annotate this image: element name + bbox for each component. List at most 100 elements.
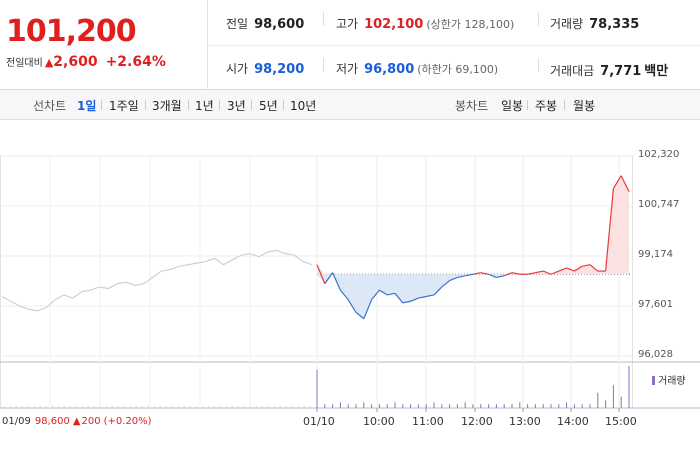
volume-bar — [433, 402, 435, 408]
prev-volume-bar — [226, 406, 227, 408]
volume-bar — [371, 404, 373, 408]
prev-volume-bar — [58, 406, 59, 408]
prev-volume-bar — [310, 406, 311, 408]
prev-day-pct: (+0.20%) — [103, 416, 152, 427]
stat-separator — [538, 58, 539, 72]
volume-legend: 거래량 — [652, 372, 686, 387]
prev-volume-bar — [268, 406, 269, 408]
volume-bar — [558, 404, 560, 408]
volume-bar — [605, 400, 607, 408]
tab-1d[interactable]: 1일 — [77, 97, 96, 114]
volume-bar — [456, 404, 458, 408]
up-triangle-icon: ▲ — [44, 56, 54, 69]
prev-volume-bar — [130, 406, 131, 408]
volume-bar — [534, 404, 536, 408]
prev-volume-bar — [202, 406, 203, 408]
prev-volume-bar — [244, 406, 245, 408]
stats-panel: 전일 98,600 고가 102,100 (상한가 128,100) 거래량 78,33… — [208, 0, 700, 90]
volume-bar — [316, 369, 318, 408]
prev-volume-bar — [106, 406, 107, 408]
price-chart[interactable]: 102,320 100,747 99,174 97,601 96,028 01/10 10… — [0, 120, 700, 450]
tab-10y[interactable]: 10년 — [290, 97, 316, 114]
prev-volume-bar — [64, 406, 65, 408]
tab-divider — [101, 100, 102, 110]
prev-volume-bar — [28, 406, 29, 408]
price-box: 101,200 전일대비 ▲2,600 +2.64% — [0, 0, 208, 90]
prev-volume-bar — [160, 406, 161, 408]
stat-volume: 거래량 78,335 — [550, 17, 640, 32]
volume-bar — [628, 366, 630, 408]
volume-bar — [410, 404, 412, 408]
prev-volume-bar — [178, 406, 179, 408]
stat-low: 저가 96,800 (하한가 69,100) — [336, 62, 499, 77]
prev-volume-bar — [292, 406, 293, 408]
tab-3y[interactable]: 3년 — [227, 97, 246, 114]
volume-bar — [503, 404, 505, 408]
volume-bar — [472, 404, 474, 408]
stat-separator — [538, 12, 539, 26]
y-tick-label: 96,028 — [638, 349, 673, 360]
volume-bar — [495, 404, 497, 408]
prev-volume-bar — [214, 406, 215, 408]
change-row: 전일대비 ▲2,600 +2.64% — [6, 54, 166, 70]
y-tick-label: 100,747 — [638, 199, 680, 210]
volume-bar — [589, 404, 591, 408]
tab-daily-candle[interactable]: 일봉 — [501, 97, 523, 114]
quote-header: 101,200 전일대비 ▲2,600 +2.64% 전일 98,600 고가 102,… — [0, 0, 700, 90]
x-tick-label: 11:00 — [412, 415, 444, 428]
volume-bar — [347, 404, 349, 408]
prev-volume-bar — [16, 406, 17, 408]
prev-volume-bar — [76, 406, 77, 408]
prev-volume-bar — [22, 406, 23, 408]
prev-day-arrow: ▲ — [72, 416, 81, 427]
prev-volume-bar — [88, 406, 89, 408]
prev-volume-bar — [40, 406, 41, 408]
prev-volume-bar — [154, 406, 155, 408]
prev-volume-bar — [256, 406, 257, 408]
volume-bar — [542, 404, 544, 408]
tab-5y[interactable]: 5년 — [259, 97, 278, 114]
tab-3m[interactable]: 3개월 — [152, 97, 182, 114]
volume-bar — [394, 402, 396, 408]
y-tick-label: 102,320 — [638, 149, 680, 160]
tab-divider — [527, 100, 528, 110]
volume-bar — [355, 404, 357, 408]
volume-bar — [566, 402, 568, 408]
y-tick-label: 97,601 — [638, 299, 673, 310]
stats-divider — [208, 45, 700, 46]
prev-volume-bar — [250, 406, 251, 408]
volume-bar — [339, 402, 341, 408]
tab-divider — [283, 100, 284, 110]
volume-bar — [620, 396, 622, 408]
volume-bar — [527, 404, 529, 408]
tab-divider — [188, 100, 189, 110]
x-tick-label: 14:00 — [557, 415, 589, 428]
prev-day-date: 01/09 — [2, 416, 31, 427]
x-tick-label: 10:00 — [363, 415, 395, 428]
change-percent: +2.64% — [105, 54, 166, 70]
stat-open: 시가 98,200 — [226, 62, 305, 77]
volume-bar — [612, 385, 614, 408]
prev-volume-bar — [262, 406, 263, 408]
today-down-area — [317, 274, 629, 319]
prev-volume-bar — [190, 406, 191, 408]
today-up-area — [317, 175, 629, 275]
tab-monthly-candle[interactable]: 월봉 — [573, 97, 595, 114]
tab-1w[interactable]: 1주일 — [109, 97, 139, 114]
stat-high: 고가 102,100 (상한가 128,100) — [336, 17, 515, 32]
volume-bar — [581, 404, 583, 408]
prev-day-info: 01/09 98,600 ▲200 (+0.20%) — [2, 416, 152, 427]
volume-bar — [464, 402, 466, 408]
volume-bar — [519, 402, 521, 408]
volume-bar — [597, 392, 599, 408]
tab-1y[interactable]: 1년 — [195, 97, 214, 114]
volume-bar — [449, 404, 451, 408]
prev-volume-bar — [232, 406, 233, 408]
x-tick-label: 15:00 — [605, 415, 637, 428]
prev-volume-bar — [298, 406, 299, 408]
prev-volume-bar — [184, 406, 185, 408]
prev-volume-bar — [124, 406, 125, 408]
volume-bar — [425, 404, 427, 408]
tab-weekly-candle[interactable]: 주봉 — [535, 97, 557, 114]
prev-day-line — [1, 249, 313, 312]
